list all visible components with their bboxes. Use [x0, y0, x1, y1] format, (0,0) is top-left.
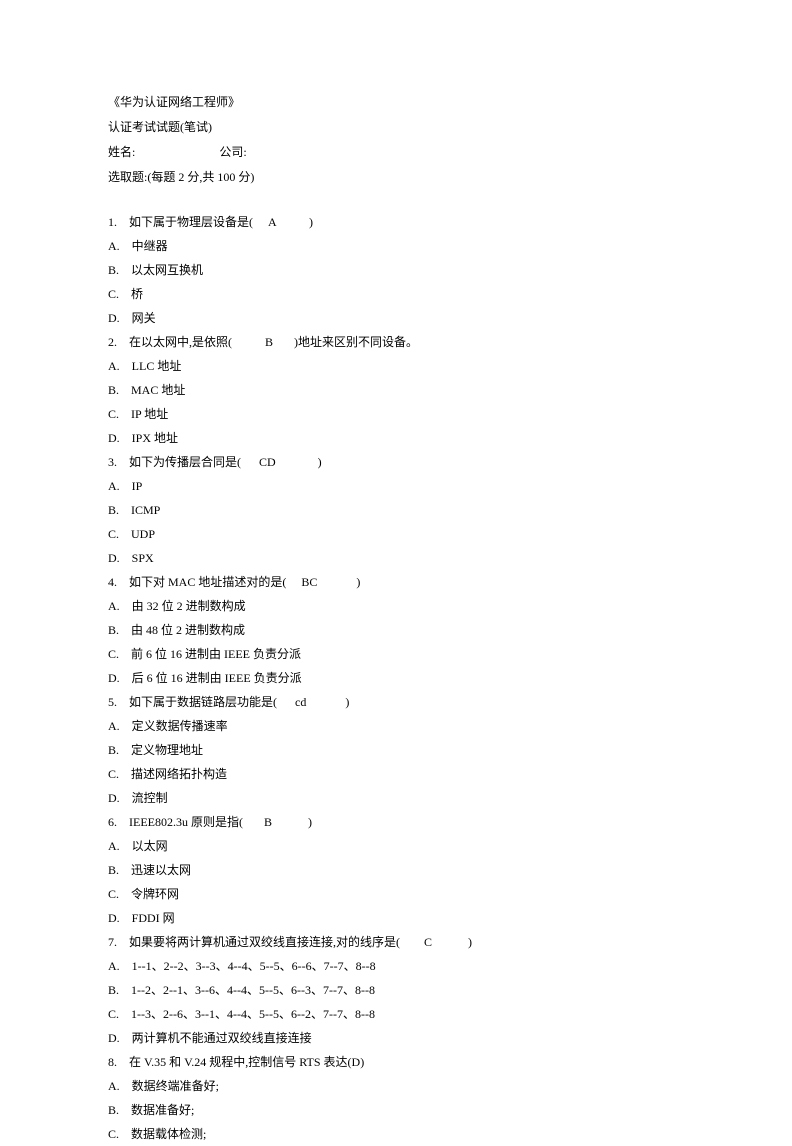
option-line: C. 数据载体检测;: [108, 1122, 684, 1146]
option-line: D. 网关: [108, 306, 684, 330]
question-line: 5. 如下属于数据链路层功能是( cd ): [108, 690, 684, 714]
option-line: A. 定义数据传播速率: [108, 714, 684, 738]
document-content: 《华为认证网络工程师》 认证考试试题(笔试) 姓名: 公司: 选取题:(每题 2…: [108, 90, 684, 1146]
option-line: B. 数据准备好;: [108, 1098, 684, 1122]
doc-subtitle: 认证考试试题(笔试): [108, 115, 684, 139]
question-line: 2. 在以太网中,是依照( B )地址来区别不同设备。: [108, 330, 684, 354]
option-line: C. 前 6 位 16 进制由 IEEE 负责分派: [108, 642, 684, 666]
option-line: B. 1--2、2--1、3--6、4--4、5--5、6--3、7--7、8-…: [108, 978, 684, 1002]
instructions: 选取题:(每题 2 分,共 100 分): [108, 165, 684, 189]
option-line: C. IP 地址: [108, 402, 684, 426]
option-line: C. 描述网络拓扑构造: [108, 762, 684, 786]
question-line: 6. IEEE802.3u 原则是指( B ): [108, 810, 684, 834]
doc-title: 《华为认证网络工程师》: [108, 90, 684, 114]
option-line: B. ICMP: [108, 498, 684, 522]
option-line: D. 流控制: [108, 786, 684, 810]
option-line: B. 由 48 位 2 进制数构成: [108, 618, 684, 642]
name-company-line: 姓名: 公司:: [108, 140, 684, 164]
option-line: A. 数据终端准备好;: [108, 1074, 684, 1098]
option-line: B. 迅速以太网: [108, 858, 684, 882]
question-line: 8. 在 V.35 和 V.24 规程中,控制信号 RTS 表达(D): [108, 1050, 684, 1074]
option-line: A. 由 32 位 2 进制数构成: [108, 594, 684, 618]
option-line: D. FDDI 网: [108, 906, 684, 930]
option-line: A. 以太网: [108, 834, 684, 858]
question-line: 1. 如下属于物理层设备是( A ): [108, 210, 684, 234]
option-line: B. 以太网互换机: [108, 258, 684, 282]
questions-container: 1. 如下属于物理层设备是( A )A. 中继器B. 以太网互换机C. 桥D. …: [108, 210, 684, 1146]
question-line: 3. 如下为传播层合同是( CD ): [108, 450, 684, 474]
option-line: D. 后 6 位 16 进制由 IEEE 负责分派: [108, 666, 684, 690]
option-line: D. SPX: [108, 546, 684, 570]
option-line: D. 两计算机不能通过双绞线直接连接: [108, 1026, 684, 1050]
option-line: A. LLC 地址: [108, 354, 684, 378]
option-line: D. IPX 地址: [108, 426, 684, 450]
option-line: C. 1--3、2--6、3--1、4--4、5--5、6--2、7--7、8-…: [108, 1002, 684, 1026]
option-line: C. 桥: [108, 282, 684, 306]
option-line: A. 中继器: [108, 234, 684, 258]
question-line: 4. 如下对 MAC 地址描述对的是( BC ): [108, 570, 684, 594]
option-line: C. 令牌环网: [108, 882, 684, 906]
option-line: C. UDP: [108, 522, 684, 546]
option-line: B. MAC 地址: [108, 378, 684, 402]
option-line: A. IP: [108, 474, 684, 498]
question-line: 7. 如果要将两计算机通过双绞线直接连接,对的线序是( C ): [108, 930, 684, 954]
option-line: B. 定义物理地址: [108, 738, 684, 762]
option-line: A. 1--1、2--2、3--3、4--4、5--5、6--6、7--7、8-…: [108, 954, 684, 978]
